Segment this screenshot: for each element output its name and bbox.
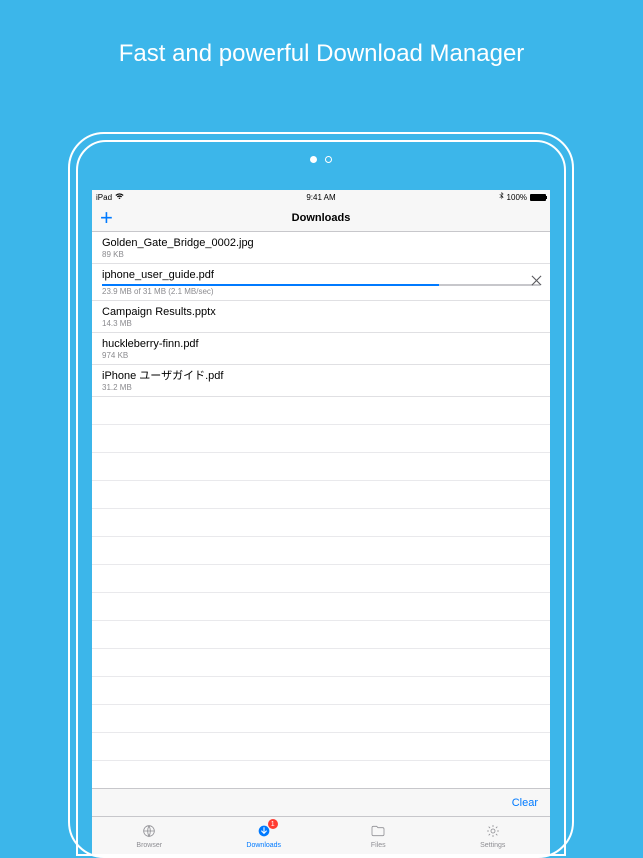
download-row[interactable]: huckleberry-finn.pdf 974 KB bbox=[92, 333, 550, 365]
status-time: 9:41 AM bbox=[306, 193, 335, 202]
download-meta: 31.2 MB bbox=[102, 383, 540, 393]
download-filename: iphone_user_guide.pdf bbox=[102, 268, 540, 282]
empty-row bbox=[92, 565, 550, 593]
downloads-list[interactable]: Golden_Gate_Bridge_0002.jpg 89 KB iphone… bbox=[92, 232, 550, 788]
tab-browser[interactable]: Browser bbox=[92, 817, 207, 854]
download-filename: Campaign Results.pptx bbox=[102, 305, 540, 319]
download-progress-fill bbox=[102, 284, 439, 286]
download-row[interactable]: Golden_Gate_Bridge_0002.jpg 89 KB bbox=[92, 232, 550, 264]
bluetooth-icon bbox=[499, 192, 504, 202]
status-battery-pct: 100% bbox=[507, 193, 527, 202]
device-frame-inner: iPad 9:41 AM 100% + Downloads bbox=[76, 140, 566, 856]
battery-icon bbox=[530, 194, 546, 201]
download-filename: Golden_Gate_Bridge_0002.jpg bbox=[102, 236, 540, 250]
empty-row bbox=[92, 481, 550, 509]
status-bar: iPad 9:41 AM 100% bbox=[92, 190, 550, 204]
download-filename: iPhone ユーザガイド.pdf bbox=[102, 369, 540, 383]
gear-icon bbox=[484, 823, 502, 841]
empty-row bbox=[92, 425, 550, 453]
status-carrier: iPad bbox=[96, 193, 112, 202]
download-meta: 974 KB bbox=[102, 351, 540, 361]
add-button[interactable]: + bbox=[100, 204, 113, 231]
tab-label: Downloads bbox=[246, 842, 281, 849]
promo-title: Fast and powerful Download Manager bbox=[0, 0, 643, 68]
download-row[interactable]: Campaign Results.pptx 14.3 MB bbox=[92, 301, 550, 333]
tab-label: Browser bbox=[136, 842, 162, 849]
empty-row bbox=[92, 677, 550, 705]
tab-badge: 1 bbox=[268, 819, 278, 829]
download-progress-track bbox=[102, 284, 540, 286]
cancel-download-button[interactable] bbox=[531, 275, 542, 289]
download-meta: 23.9 MB of 31 MB (2.1 MB/sec) bbox=[102, 287, 540, 297]
empty-row bbox=[92, 649, 550, 677]
wifi-icon bbox=[115, 193, 124, 202]
tab-settings[interactable]: Settings bbox=[436, 817, 551, 854]
folder-icon bbox=[369, 823, 387, 841]
device-frame: iPad 9:41 AM 100% + Downloads bbox=[68, 132, 574, 858]
empty-row bbox=[92, 397, 550, 425]
nav-bar: + Downloads bbox=[92, 204, 550, 232]
empty-row bbox=[92, 509, 550, 537]
tab-downloads[interactable]: 1 Downloads bbox=[207, 817, 322, 854]
download-row[interactable]: iphone_user_guide.pdf 23.9 MB of 31 MB (… bbox=[92, 264, 550, 301]
tab-files[interactable]: Files bbox=[321, 817, 436, 854]
empty-row bbox=[92, 733, 550, 761]
device-screen: iPad 9:41 AM 100% + Downloads bbox=[92, 190, 550, 854]
clear-button[interactable]: Clear bbox=[512, 797, 538, 809]
tab-bar: Browser 1 Downloads Files bbox=[92, 816, 550, 854]
download-row[interactable]: iPhone ユーザガイド.pdf 31.2 MB bbox=[92, 365, 550, 397]
empty-row bbox=[92, 453, 550, 481]
download-meta: 89 KB bbox=[102, 250, 540, 260]
tab-label: Settings bbox=[480, 842, 505, 849]
globe-icon bbox=[140, 823, 158, 841]
empty-row bbox=[92, 593, 550, 621]
empty-row bbox=[92, 537, 550, 565]
download-meta: 14.3 MB bbox=[102, 319, 540, 329]
tab-label: Files bbox=[371, 842, 386, 849]
nav-title: Downloads bbox=[92, 212, 550, 224]
empty-row bbox=[92, 761, 550, 788]
empty-row bbox=[92, 705, 550, 733]
empty-row bbox=[92, 621, 550, 649]
toolbar: Clear bbox=[92, 788, 550, 816]
download-filename: huckleberry-finn.pdf bbox=[102, 337, 540, 351]
